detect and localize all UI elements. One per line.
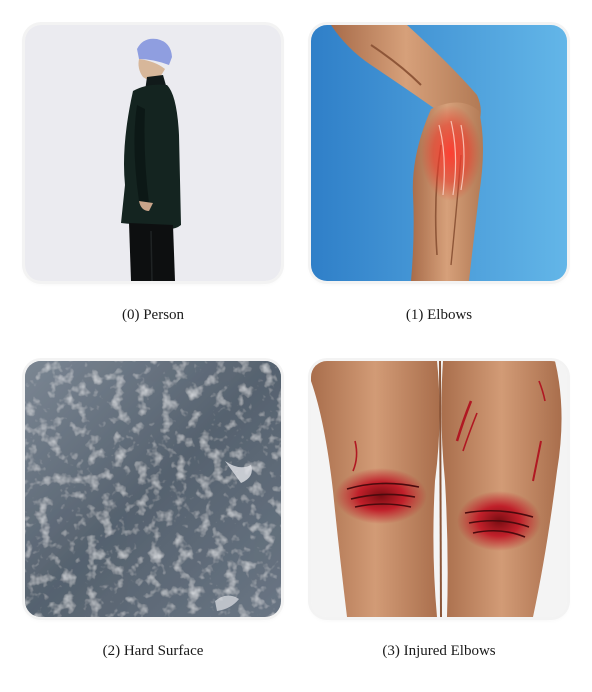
injured-elbows-image	[311, 361, 567, 617]
image-elbow	[311, 25, 567, 281]
caption-elbows: (1) Elbows	[405, 307, 473, 323]
hard-surface-image	[25, 361, 281, 617]
person-image	[25, 25, 281, 281]
image-person	[25, 25, 281, 281]
elbow-image	[311, 25, 567, 281]
caption-person: (0) Person	[121, 307, 185, 323]
image-hard-surface	[25, 361, 281, 617]
caption-injured-elbows: (3) Injured Elbows	[382, 643, 496, 659]
caption-hard-surface: (2) Hard Surface	[102, 643, 204, 659]
image-injured-elbows	[311, 361, 567, 617]
